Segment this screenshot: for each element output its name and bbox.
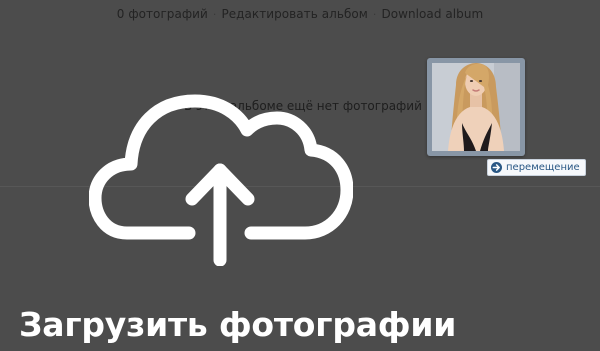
edit-album-link[interactable]: Редактировать альбом <box>221 7 367 21</box>
separator: · <box>212 8 217 21</box>
cloud-upload-icon <box>89 94 353 266</box>
upload-drop-overlay[interactable]: 0 фотографий · Редактировать альбом · Downlo… <box>0 0 600 351</box>
arrow-right-icon <box>491 162 502 173</box>
move-label: перемещение <box>487 159 586 176</box>
move-label-text: перемещение <box>506 162 580 173</box>
dragged-photo-thumbnail[interactable] <box>427 58 525 156</box>
upload-photos-title: Загрузить фотографии <box>19 305 457 344</box>
photo-count: 0 фотографий <box>116 7 208 21</box>
album-actions-bar: 0 фотографий · Редактировать альбом · Downlo… <box>0 7 600 21</box>
portrait-illustration <box>432 63 520 151</box>
download-album-link[interactable]: Download album <box>381 7 483 21</box>
photo-image <box>432 63 520 151</box>
separator: · <box>372 8 377 21</box>
